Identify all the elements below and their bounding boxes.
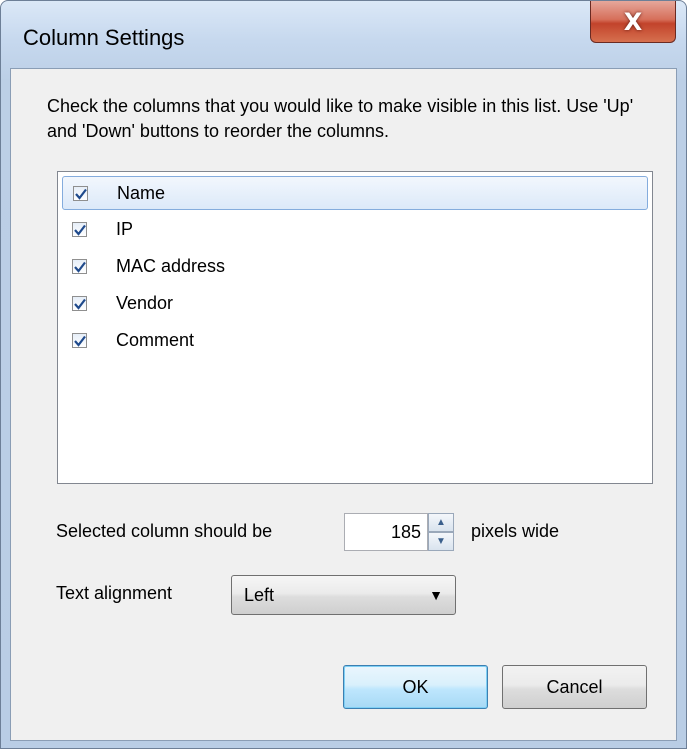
- ok-button[interactable]: OK: [343, 665, 488, 709]
- chevron-down-icon: ▼: [436, 536, 446, 547]
- column-width-spinner: ▲ ▼: [428, 513, 454, 551]
- close-icon: X: [623, 7, 643, 36]
- checkmark-icon: [74, 224, 86, 236]
- window-title: Column Settings: [23, 25, 185, 50]
- list-item[interactable]: Name: [62, 176, 648, 210]
- column-checkbox[interactable]: [73, 186, 88, 201]
- spin-down-button[interactable]: ▼: [428, 532, 454, 551]
- checkmark-icon: [74, 335, 86, 347]
- close-button[interactable]: X: [590, 1, 676, 43]
- column-label: MAC address: [116, 256, 226, 276]
- pixels-wide-label: pixels wide: [471, 521, 560, 541]
- column-checkbox[interactable]: [72, 222, 87, 237]
- cancel-button[interactable]: Cancel: [502, 665, 647, 709]
- column-width-input[interactable]: 185: [344, 513, 428, 551]
- checkmark-icon: [74, 261, 86, 273]
- column-checkbox[interactable]: [72, 333, 87, 348]
- chevron-up-icon: ▲: [436, 517, 446, 528]
- chevron-down-icon: ▼: [429, 587, 443, 603]
- checkmark-icon: [75, 188, 87, 200]
- column-label: IP: [116, 219, 134, 239]
- column-label: Vendor: [116, 293, 174, 313]
- list-item[interactable]: Comment: [62, 324, 648, 358]
- spin-up-button[interactable]: ▲: [428, 513, 454, 532]
- column-label: Comment: [116, 330, 195, 350]
- column-label: Name: [117, 183, 166, 203]
- text-alignment-select[interactable]: Left ▼: [231, 575, 456, 615]
- column-width-label: Selected column should be: [56, 521, 273, 541]
- title-bar[interactable]: Column Settings X: [1, 1, 686, 69]
- instructions-text: Check the columns that you would like to…: [47, 96, 634, 141]
- list-item[interactable]: MAC address: [62, 250, 648, 284]
- text-alignment-value: Left: [244, 585, 275, 605]
- checkmark-icon: [74, 298, 86, 310]
- columns-listbox[interactable]: Name IP MAC address Vendor Comment: [57, 171, 653, 484]
- column-checkbox[interactable]: [72, 296, 87, 311]
- text-alignment-label: Text alignment: [56, 583, 173, 603]
- list-item[interactable]: Vendor: [62, 287, 648, 321]
- list-item[interactable]: IP: [62, 213, 648, 247]
- column-checkbox[interactable]: [72, 259, 87, 274]
